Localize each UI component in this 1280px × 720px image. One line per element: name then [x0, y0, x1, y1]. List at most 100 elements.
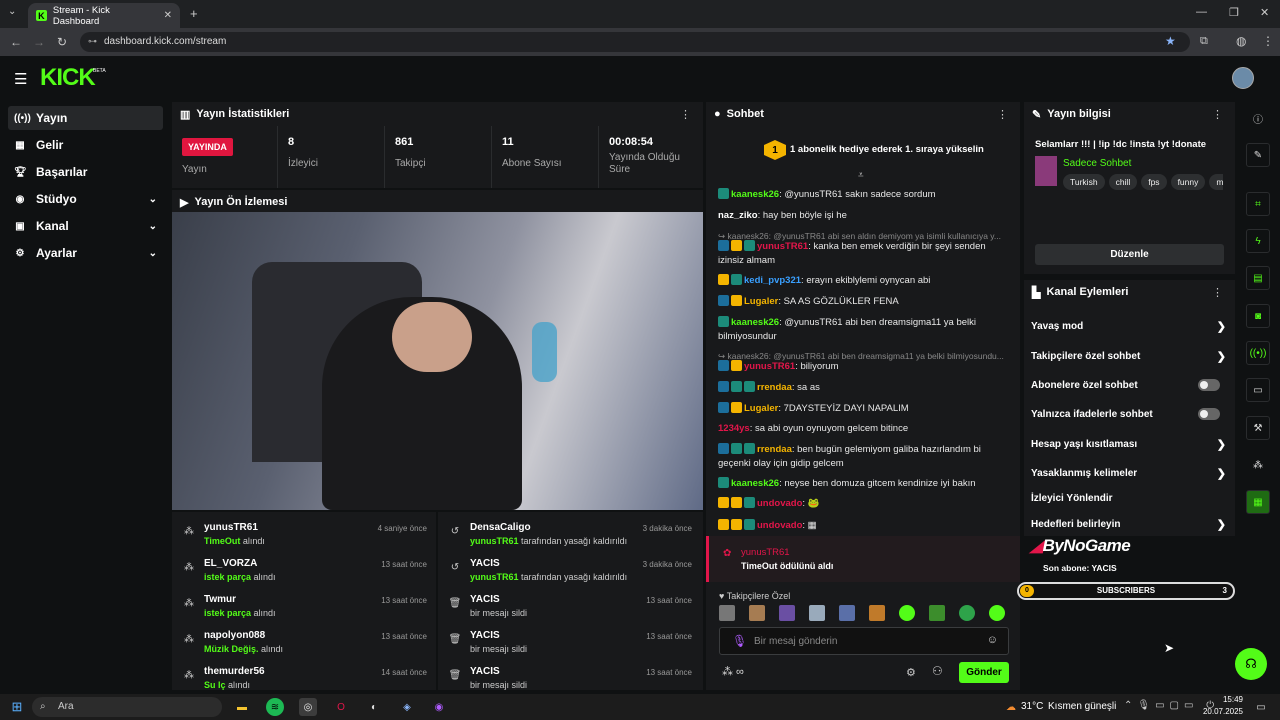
kebab-menu-icon[interactable]: ⋮ — [1212, 108, 1223, 121]
chat-username[interactable]: Lugaler — [744, 403, 778, 414]
list-item[interactable]: ↺ YACIS yunusTR61 tarafından yasağı kald… — [448, 558, 692, 594]
edit-icon[interactable]: ✎ — [1246, 143, 1270, 167]
clip-icon[interactable]: ⌗ — [1246, 192, 1270, 216]
broadcast-signal-icon[interactable]: ((•)) — [1246, 341, 1270, 365]
tag[interactable]: Turkish — [1063, 174, 1105, 190]
chat-username[interactable]: kaanesk26 — [731, 317, 779, 328]
category-name[interactable]: Sadece Sohbet — [1063, 158, 1131, 169]
emote-icon[interactable] — [719, 605, 735, 621]
list-item[interactable]: ⁂ yunusTR61 TimeOut alındı 4 saniye önce — [182, 522, 427, 558]
emote-icon[interactable] — [749, 605, 765, 621]
channel-action-item[interactable]: Hesap yaşı kısıtlaması ❯ — [1031, 434, 1226, 454]
obs-icon[interactable]: ◐ — [365, 698, 383, 716]
clapper-icon[interactable]: ▦ — [1246, 490, 1270, 514]
close-tab-icon[interactable]: ✕ — [164, 10, 172, 21]
stream-preview-video[interactable] — [172, 212, 703, 510]
emote-icon[interactable] — [989, 605, 1005, 621]
app-icon[interactable]: ◈ — [398, 698, 416, 716]
chat-username[interactable]: undovado — [757, 498, 802, 509]
chat-bubble-icon[interactable]: ◙ — [1246, 304, 1270, 328]
channel-action-item[interactable]: Yavaş mod ❯ — [1031, 316, 1226, 336]
toggle-switch[interactable] — [1198, 379, 1220, 391]
emote-icon[interactable] — [959, 605, 975, 621]
channel-action-item[interactable]: Takipçilere özel sohbet ❯ — [1031, 346, 1226, 366]
reload-icon[interactable]: ↻ — [57, 35, 67, 49]
chat-username[interactable]: undovado — [757, 520, 802, 531]
event-user[interactable]: YACIS — [470, 594, 527, 605]
extensions-icon[interactable]: ⧉ — [1200, 35, 1208, 48]
hamburger-icon[interactable]: ☰ — [14, 70, 27, 88]
tab-list-icon[interactable]: ⌄ — [8, 6, 16, 17]
discord-icon[interactable]: ◉ — [430, 698, 448, 716]
event-user[interactable]: DensaCaligo — [470, 522, 627, 533]
tag[interactable]: fps — [1141, 174, 1167, 190]
alert-user[interactable]: yunusTR61 — [741, 547, 790, 558]
event-user[interactable]: YACIS — [470, 630, 527, 641]
sidebar-item-yayin[interactable]: ((•)) Yayın — [8, 106, 163, 130]
kick-logo[interactable]: KICK — [40, 64, 96, 92]
emote-icon[interactable] — [779, 605, 795, 621]
sidebar-item-kanal[interactable]: ▣ Kanal ⌄ — [8, 214, 163, 238]
sidebar-item-ayarlar[interactable]: ⚙ Ayarlar ⌄ — [8, 241, 163, 265]
tag[interactable]: min — [1209, 174, 1223, 190]
url-field[interactable]: dashboard.kick.com/stream — [80, 32, 1190, 52]
chat-username[interactable]: rrendaa — [757, 382, 792, 393]
sidebar-item-studyo[interactable]: ◉ Stüdyo ⌄ — [8, 187, 163, 211]
chrome-icon[interactable]: ◎ — [299, 698, 317, 716]
list-item[interactable]: 🗑︎ YACIS bir mesajı sildi 13 saat önce — [448, 666, 692, 690]
chat-username[interactable]: yunusTR61 — [744, 361, 795, 372]
avatar[interactable] — [1232, 67, 1254, 89]
chat-input[interactable]: 🎙︎ Bir mesaj gönderin ☺ — [719, 627, 1009, 655]
points-icon[interactable]: ⁂ ∞ — [722, 665, 744, 678]
emote-icon[interactable] — [839, 605, 855, 621]
event-user[interactable]: YACIS — [470, 666, 527, 677]
info-icon[interactable]: ⓘ — [1246, 106, 1270, 130]
emote-icon[interactable] — [899, 605, 915, 621]
list-item[interactable]: 🗑︎ YACIS bir mesajı sildi 13 saat önce — [448, 594, 692, 630]
kebab-menu-icon[interactable]: ⋮ — [1212, 286, 1223, 299]
support-headset-icon[interactable]: ☊ — [1235, 648, 1267, 680]
opera-icon[interactable]: O — [332, 698, 350, 716]
channel-action-item[interactable]: Yasaklanmış kelimeler ❯ — [1031, 463, 1226, 483]
browser-tab[interactable]: K Stream - Kick Dashboard ✕ — [28, 3, 180, 28]
layout-icon[interactable]: ▭ — [1246, 378, 1270, 402]
toggle-switch[interactable] — [1198, 408, 1220, 420]
browser-menu-icon[interactable]: ⋮ — [1262, 34, 1274, 48]
lightning-icon[interactable]: ϟ — [1246, 229, 1270, 253]
sidebar-item-basarilar[interactable]: 🏆︎ Başarılar — [8, 160, 163, 184]
taskbar-search[interactable]: ⌕ Ara — [32, 697, 222, 717]
wrench-icon[interactable]: ⚒ — [1246, 416, 1270, 440]
minimize-icon[interactable]: — — [1196, 6, 1207, 18]
event-user[interactable]: Twmur — [204, 594, 276, 605]
kebab-menu-icon[interactable]: ⋮ — [680, 108, 691, 121]
chat-username[interactable]: naz_ziko — [718, 210, 758, 221]
windows-start-icon[interactable]: ⊞ — [8, 698, 26, 716]
new-tab-icon[interactable]: + — [190, 6, 198, 21]
tag[interactable]: chill — [1108, 174, 1138, 190]
chat-username[interactable]: yunusTR61 — [757, 241, 808, 252]
list-item[interactable]: ⁂ napolyon088 Müzik Değiş. alındı 13 saa… — [182, 630, 427, 666]
microphone-icon[interactable]: 🎙︎ — [732, 634, 747, 648]
chat-settings-icon[interactable]: ⚙ — [906, 666, 916, 679]
emote-icon[interactable] — [809, 605, 825, 621]
emoji-icon[interactable]: ☺ — [987, 634, 998, 646]
send-button[interactable]: Gönder — [959, 662, 1009, 683]
collapse-icon[interactable]: ⩡ — [858, 170, 864, 181]
chat-username[interactable]: Lugaler — [744, 296, 778, 307]
maximize-icon[interactable]: ❐ — [1229, 6, 1239, 19]
event-user[interactable]: yunusTR61 — [204, 522, 265, 533]
emote-icon[interactable] — [929, 605, 945, 621]
tag[interactable]: funny — [1170, 174, 1206, 190]
notes-icon[interactable]: ▤ — [1246, 266, 1270, 290]
event-user[interactable]: napolyon088 — [204, 630, 283, 641]
chat-username[interactable]: kaanesk26 — [731, 478, 779, 489]
kebab-menu-icon[interactable]: ⋮ — [997, 108, 1008, 121]
sidebar-item-gelir[interactable]: ▦ Gelir — [8, 133, 163, 157]
points-icon[interactable]: ⁂ — [1246, 453, 1270, 477]
chat-username[interactable]: 1234ys — [718, 423, 750, 434]
list-item[interactable]: ↺ DensaCaligo yunusTR61 tarafından yasağ… — [448, 522, 692, 558]
chat-username[interactable]: kedi_pvp321 — [744, 275, 801, 286]
event-user[interactable]: YACIS — [470, 558, 627, 569]
list-item[interactable]: ⁂ themurder56 Su Iç alındı 14 saat önce — [182, 666, 427, 690]
channel-action-item[interactable]: İzleyici Yönlendir — [1031, 488, 1226, 508]
